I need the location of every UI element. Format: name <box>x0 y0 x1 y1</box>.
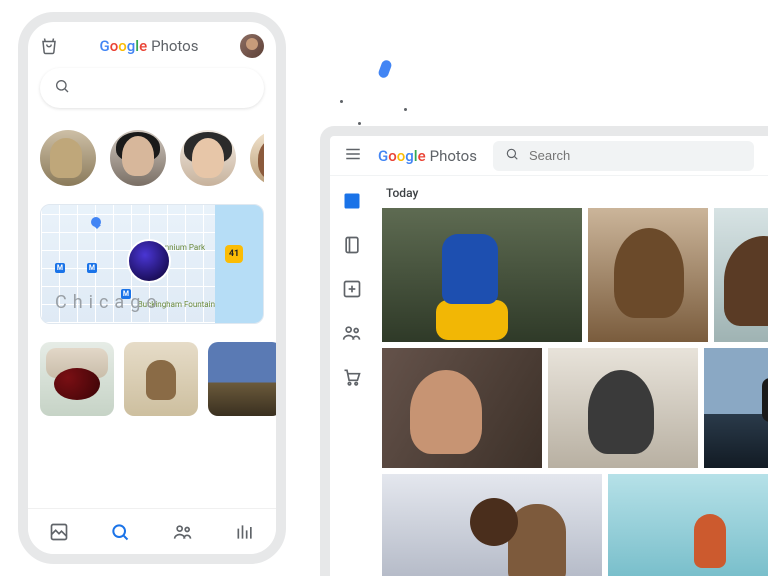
section-title: Today <box>386 186 768 200</box>
left-nav-rail <box>330 176 374 576</box>
map-photo-thumb[interactable] <box>127 239 171 283</box>
metro-marker-icon: M <box>55 263 65 273</box>
search-bar[interactable] <box>493 141 754 171</box>
tab-sharing[interactable] <box>172 522 194 542</box>
photo-thumb[interactable] <box>382 208 582 342</box>
search-input[interactable] <box>80 80 261 96</box>
tab-memories[interactable] <box>235 522 255 542</box>
menu-icon[interactable] <box>344 145 362 167</box>
people-face[interactable] <box>180 130 236 186</box>
app-title-suffix: Photos <box>151 37 198 55</box>
decorative-fleck <box>377 59 393 79</box>
search-bar[interactable] <box>40 68 264 108</box>
people-face[interactable] <box>40 130 96 186</box>
phone-frame: Google Photos M <box>18 12 286 564</box>
places-map-card[interactable]: M M M M 41 Millennium Park Buckingham Fo… <box>40 204 264 324</box>
category-thumb[interactable] <box>124 342 198 416</box>
photo-thumb[interactable] <box>588 208 708 342</box>
bottom-tab-bar <box>28 508 276 554</box>
photo-thumb[interactable] <box>714 208 768 342</box>
browser-frame: Google Photos <box>320 126 768 576</box>
photo-thumb[interactable] <box>382 348 542 468</box>
search-icon <box>505 146 519 165</box>
tab-library[interactable] <box>49 522 69 542</box>
people-face[interactable] <box>110 130 166 186</box>
category-thumb[interactable] <box>40 342 114 416</box>
rail-albums[interactable] <box>341 234 363 256</box>
phone-header: Google Photos <box>40 32 264 60</box>
rail-utilities[interactable] <box>341 278 363 300</box>
app-title-suffix: Photos <box>430 147 477 165</box>
map-water <box>215 205 263 323</box>
print-store-icon[interactable] <box>40 37 58 55</box>
tab-search[interactable] <box>110 522 130 542</box>
photo-thumb[interactable] <box>548 348 698 468</box>
browser-header: Google Photos <box>330 136 768 176</box>
rail-photos[interactable] <box>341 190 363 212</box>
category-thumb[interactable] <box>208 342 282 416</box>
map-pin-icon <box>91 217 101 227</box>
photo-thumb[interactable] <box>704 348 768 468</box>
rail-sharing[interactable] <box>341 322 363 344</box>
search-icon <box>54 78 70 98</box>
people-row <box>40 130 264 186</box>
photo-thumb[interactable] <box>608 474 768 576</box>
account-avatar[interactable] <box>240 34 264 58</box>
decorative-fleck <box>340 100 343 103</box>
google-wordmark: Google <box>378 147 426 165</box>
people-face[interactable] <box>250 130 264 186</box>
app-title: Google Photos <box>378 147 477 165</box>
photo-thumb[interactable] <box>382 474 602 576</box>
app-title: Google Photos <box>100 37 199 55</box>
photo-grid <box>382 208 768 576</box>
map-city-label: Chicago <box>55 292 163 313</box>
rail-print-store[interactable] <box>341 366 363 388</box>
google-wordmark: Google <box>100 37 148 55</box>
search-input[interactable] <box>529 148 742 163</box>
decorative-fleck <box>404 108 407 111</box>
decorative-fleck <box>358 122 361 125</box>
metro-marker-icon: M <box>87 263 97 273</box>
route-badge: 41 <box>225 245 243 263</box>
categories-row <box>40 342 264 416</box>
photos-main: Today <box>374 176 768 576</box>
